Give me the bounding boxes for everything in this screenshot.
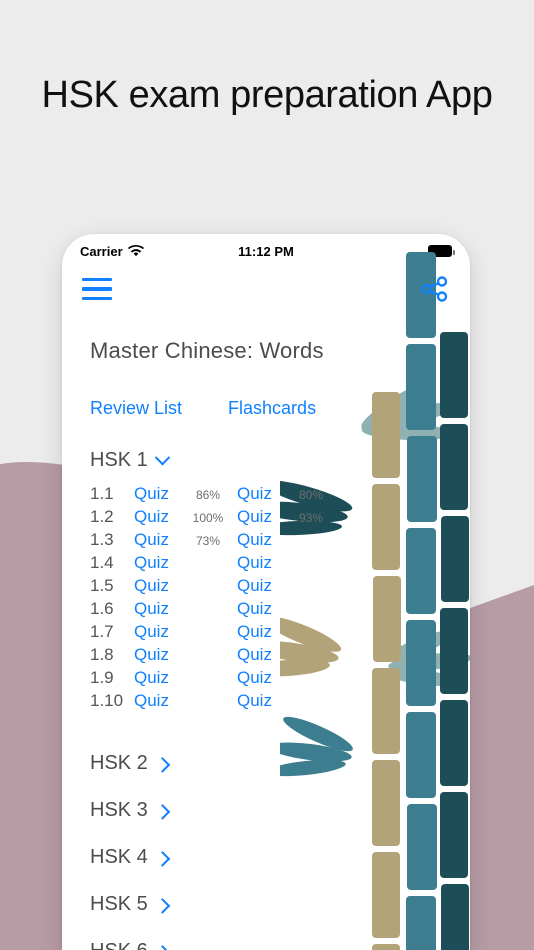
lesson-quiz-link-1[interactable]: Quiz bbox=[134, 484, 186, 504]
collapsed-level-list: HSK 2 HSK 3 HSK 4 HSK 5 HSK 6 bbox=[62, 714, 470, 950]
lesson-row: 1.2 Quiz 100% Quiz 93% bbox=[90, 507, 470, 530]
chevron-down-icon[interactable] bbox=[154, 449, 171, 466]
carrier-label: Carrier bbox=[80, 243, 123, 259]
status-bar: Carrier 11:12 PM bbox=[62, 234, 470, 264]
lesson-quiz-link-2[interactable]: Quiz bbox=[237, 507, 289, 527]
level-label: HSK 5 bbox=[90, 893, 148, 915]
lesson-quiz-link-2[interactable]: Quiz bbox=[237, 530, 289, 550]
lesson-quiz-link-2[interactable]: Quiz bbox=[237, 484, 289, 504]
level-row-hsk-6[interactable]: HSK 6 bbox=[90, 928, 470, 950]
lesson-row: 1.6 Quiz Quiz bbox=[90, 599, 470, 622]
lesson-quiz-link-1[interactable]: Quiz bbox=[134, 507, 186, 527]
lesson-quiz-link-1[interactable]: Quiz bbox=[134, 645, 186, 665]
lesson-quiz-link-2[interactable]: Quiz bbox=[237, 576, 289, 596]
level-row-hsk-2[interactable]: HSK 2 bbox=[90, 740, 470, 787]
lesson-quiz-link-1[interactable]: Quiz bbox=[134, 691, 186, 711]
chevron-right-icon[interactable] bbox=[154, 945, 171, 950]
lesson-quiz-link-2[interactable]: Quiz bbox=[237, 645, 289, 665]
lesson-row: 1.3 Quiz 73% Quiz bbox=[90, 530, 470, 553]
lesson-quiz-link-1[interactable]: Quiz bbox=[134, 530, 186, 550]
lesson-score-1: 86% bbox=[195, 488, 221, 502]
status-bar-left: Carrier bbox=[80, 244, 144, 259]
lesson-quiz-link-1[interactable]: Quiz bbox=[134, 553, 186, 573]
level-label: HSK 2 bbox=[90, 752, 148, 774]
lesson-quiz-link-1[interactable]: Quiz bbox=[134, 599, 186, 619]
lesson-score-1: 100% bbox=[192, 511, 224, 525]
hamburger-bar bbox=[82, 287, 112, 291]
lesson-score-1: 73% bbox=[195, 534, 221, 548]
lesson-number: 1.1 bbox=[90, 484, 114, 503]
lesson-quiz-link-2[interactable]: Quiz bbox=[237, 668, 289, 688]
lesson-number: 1.2 bbox=[90, 507, 114, 526]
lesson-row: 1.10 Quiz Quiz bbox=[90, 691, 470, 714]
lesson-number: 1.9 bbox=[90, 668, 114, 687]
lesson-row: 1.9 Quiz Quiz bbox=[90, 668, 470, 691]
lesson-score-2: 80% bbox=[298, 488, 324, 502]
level-header-label: HSK 1 bbox=[90, 449, 148, 471]
lesson-quiz-link-2[interactable]: Quiz bbox=[237, 599, 289, 619]
tab-flashcards[interactable]: Flashcards bbox=[228, 398, 316, 419]
lesson-row: 1.1 Quiz 86% Quiz 80% bbox=[90, 484, 470, 507]
lesson-number: 1.8 bbox=[90, 645, 114, 664]
lesson-row: 1.5 Quiz Quiz bbox=[90, 576, 470, 599]
status-bar-right bbox=[428, 245, 455, 257]
lesson-number: 1.7 bbox=[90, 622, 114, 641]
level-row-hsk-3[interactable]: HSK 3 bbox=[90, 787, 470, 834]
wifi-icon bbox=[127, 245, 144, 257]
hamburger-bar bbox=[82, 296, 112, 301]
chevron-right-icon[interactable] bbox=[154, 804, 171, 820]
lesson-row: 1.8 Quiz Quiz bbox=[90, 645, 470, 668]
tab-bar: Review List Flashcards bbox=[62, 364, 470, 419]
lesson-number: 1.3 bbox=[90, 530, 114, 549]
lesson-number: 1.6 bbox=[90, 599, 114, 618]
lesson-number: 1.4 bbox=[90, 553, 114, 572]
lesson-quiz-link-1[interactable]: Quiz bbox=[134, 576, 186, 596]
level-row-hsk-4[interactable]: HSK 4 bbox=[90, 834, 470, 881]
lesson-list: 1.1 Quiz 86% Quiz 80% 1.2 Quiz 100% Quiz 93% 1.3 Qu… bbox=[62, 472, 470, 714]
lesson-quiz-link-2[interactable]: Quiz bbox=[237, 622, 289, 642]
lesson-quiz-link-2[interactable]: Quiz bbox=[237, 553, 289, 573]
hamburger-bar bbox=[82, 277, 112, 282]
battery-icon bbox=[428, 245, 455, 257]
lesson-row: 1.4 Quiz Quiz bbox=[90, 553, 470, 576]
lesson-number: 1.5 bbox=[90, 576, 114, 595]
level-label: HSK 3 bbox=[90, 799, 148, 821]
share-icon[interactable] bbox=[420, 274, 450, 304]
app-screen-title: Master Chinese: Words bbox=[90, 338, 324, 363]
app-navbar bbox=[62, 264, 470, 314]
level-header-hsk1[interactable]: HSK 1 bbox=[62, 419, 470, 472]
phone-mockup: Carrier 11:12 PM Master Chinese: Words R… bbox=[62, 234, 470, 950]
chevron-right-icon[interactable] bbox=[154, 757, 171, 773]
chevron-right-icon[interactable] bbox=[154, 898, 171, 914]
lesson-quiz-link-1[interactable]: Quiz bbox=[134, 668, 186, 688]
level-label: HSK 4 bbox=[90, 846, 148, 868]
lesson-quiz-link-1[interactable]: Quiz bbox=[134, 622, 186, 642]
level-label: HSK 6 bbox=[90, 940, 148, 950]
hamburger-menu-icon[interactable] bbox=[82, 277, 112, 301]
lesson-number: 1.10 bbox=[90, 691, 124, 710]
tab-review-list[interactable]: Review List bbox=[90, 398, 182, 419]
chevron-right-icon[interactable] bbox=[154, 851, 171, 867]
lesson-quiz-link-2[interactable]: Quiz bbox=[237, 691, 289, 711]
lesson-row: 1.7 Quiz Quiz bbox=[90, 622, 470, 645]
page-title: HSK exam preparation App bbox=[41, 74, 493, 116]
lesson-score-2: 93% bbox=[298, 511, 324, 525]
level-row-hsk-5[interactable]: HSK 5 bbox=[90, 881, 470, 928]
